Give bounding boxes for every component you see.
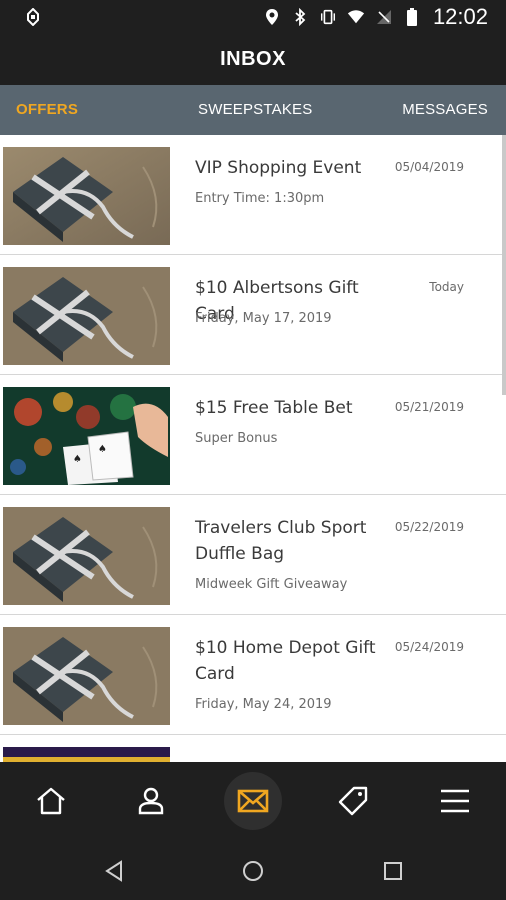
list-item[interactable] (0, 735, 506, 762)
svg-text:♠: ♠ (98, 444, 107, 455)
location-icon (263, 8, 281, 26)
item-date: 05/24/2019 (394, 640, 464, 654)
item-subtitle: Friday, May 17, 2019 (195, 311, 332, 326)
tab-messages[interactable]: MESSAGES (402, 85, 488, 135)
item-subtitle: Entry Time: 1:30pm (195, 191, 325, 206)
offers-list[interactable]: VIP Shopping Event Entry Time: 1:30pm 05… (0, 135, 506, 762)
list-item[interactable]: VIP Shopping Event Entry Time: 1:30pm 05… (0, 135, 506, 255)
system-nav-bar (0, 840, 506, 900)
scrollbar[interactable] (502, 135, 506, 395)
item-subtitle: Friday, May 24, 2019 (195, 697, 332, 712)
menu-icon[interactable] (430, 776, 480, 826)
item-subtitle: Midweek Gift Giveaway (195, 577, 348, 592)
home-icon[interactable] (26, 776, 76, 826)
item-date: 05/04/2019 (394, 160, 464, 174)
recents-icon[interactable] (380, 858, 406, 884)
tab-bar: OFFERS SWEEPSTAKES MESSAGES (0, 85, 506, 135)
gift-box-image (3, 147, 170, 245)
vibrate-icon (319, 8, 337, 26)
gift-box-image (3, 267, 170, 365)
page-title: INBOX (220, 48, 286, 70)
back-icon[interactable] (101, 858, 127, 884)
profile-icon[interactable] (126, 776, 176, 826)
no-signal-icon (375, 8, 393, 26)
wifi-icon (347, 8, 365, 26)
gift-box-image (3, 507, 170, 605)
bottom-nav (0, 762, 506, 840)
status-icons: 12:02 (263, 4, 488, 30)
item-date: 05/22/2019 (394, 520, 464, 534)
slot-machine-image (3, 747, 170, 762)
tag-icon[interactable] (328, 776, 378, 826)
svg-text:♠: ♠ (73, 454, 82, 465)
list-item[interactable]: $10 Albertsons Gift Card Friday, May 17,… (0, 255, 506, 375)
playing-cards-image: ♠ ♠ (3, 387, 170, 485)
status-bar: 12:02 (0, 0, 506, 34)
item-title: $15 Free Table Bet (195, 398, 353, 418)
app-header: INBOX (0, 34, 506, 85)
list-item[interactable]: $10 Home Depot Gift Card Friday, May 24,… (0, 615, 506, 735)
item-date: 05/21/2019 (394, 400, 464, 414)
item-subtitle: Super Bonus (195, 431, 278, 446)
gift-box-image (3, 627, 170, 725)
list-item[interactable]: Travelers Club Sport Duffle Bag Midweek … (0, 495, 506, 615)
item-title: $10 Home Depot Gift Card (195, 638, 376, 684)
mail-icon[interactable] (224, 772, 282, 830)
item-title: Travelers Club Sport Duffle Bag (195, 518, 367, 564)
tab-offers[interactable]: OFFERS (16, 85, 78, 135)
list-item[interactable]: ♠ ♠ $15 Free Table Bet Super Bonus 05/21… (0, 375, 506, 495)
home-circle-icon[interactable] (240, 858, 266, 884)
item-title: VIP Shopping Event (195, 158, 362, 178)
battery-icon (403, 8, 421, 26)
tab-sweepstakes[interactable]: SWEEPSTAKES (198, 85, 312, 135)
bluetooth-icon (291, 8, 309, 26)
status-time: 12:02 (432, 4, 488, 29)
item-date: Today (429, 280, 464, 294)
notification-icon (26, 7, 40, 27)
